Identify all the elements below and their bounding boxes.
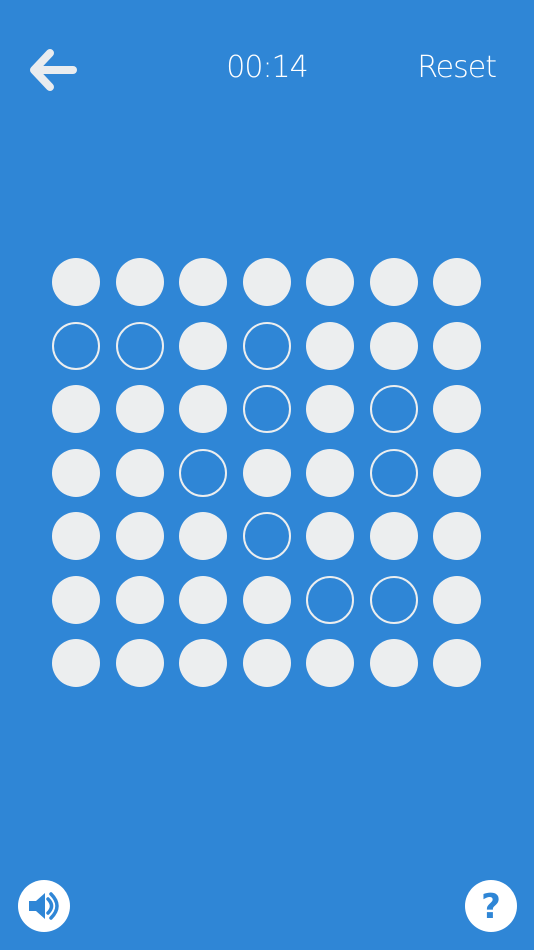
peg[interactable] — [115, 512, 164, 560]
arrow-left-icon — [30, 49, 77, 91]
peg[interactable] — [52, 575, 100, 624]
empty-hole[interactable] — [242, 385, 291, 433]
peg[interactable] — [306, 512, 354, 560]
peg[interactable] — [179, 639, 227, 687]
timer-display: 00:14 — [226, 50, 308, 85]
peg[interactable] — [369, 321, 418, 370]
empty-hole[interactable] — [369, 575, 418, 624]
peg[interactable] — [52, 448, 100, 497]
peg[interactable] — [306, 385, 354, 433]
peg-board — [52, 258, 482, 688]
peg[interactable] — [369, 258, 418, 306]
empty-hole[interactable] — [242, 321, 291, 370]
question-mark-icon: ? — [481, 886, 501, 927]
peg[interactable] — [433, 575, 481, 624]
peg[interactable] — [369, 512, 418, 560]
peg[interactable] — [242, 575, 291, 624]
help-button[interactable]: ? — [465, 880, 517, 932]
empty-hole[interactable] — [369, 448, 418, 497]
peg[interactable] — [115, 575, 164, 624]
peg[interactable] — [52, 258, 100, 306]
peg[interactable] — [179, 321, 227, 370]
peg[interactable] — [306, 321, 354, 370]
peg[interactable] — [115, 258, 164, 306]
peg[interactable] — [433, 448, 481, 497]
back-button[interactable] — [24, 42, 80, 98]
empty-hole[interactable] — [242, 512, 291, 560]
peg[interactable] — [52, 512, 100, 560]
peg[interactable] — [115, 385, 164, 433]
reset-button[interactable]: Reset — [417, 46, 497, 90]
peg[interactable] — [52, 385, 100, 433]
peg[interactable] — [433, 321, 481, 370]
peg[interactable] — [242, 448, 291, 497]
peg[interactable] — [433, 258, 481, 306]
peg[interactable] — [433, 639, 481, 687]
sound-button[interactable] — [18, 880, 70, 932]
peg[interactable] — [242, 258, 291, 306]
peg[interactable] — [306, 448, 354, 497]
peg[interactable] — [369, 639, 418, 687]
peg[interactable] — [242, 639, 291, 687]
peg[interactable] — [179, 385, 227, 433]
peg[interactable] — [115, 639, 164, 687]
empty-hole[interactable] — [115, 321, 164, 370]
peg[interactable] — [179, 258, 227, 306]
peg[interactable] — [433, 512, 481, 560]
peg[interactable] — [306, 639, 354, 687]
peg[interactable] — [433, 385, 481, 433]
speaker-icon — [29, 892, 59, 920]
empty-hole[interactable] — [306, 575, 354, 624]
empty-hole[interactable] — [179, 448, 227, 497]
empty-hole[interactable] — [369, 385, 418, 433]
peg[interactable] — [179, 575, 227, 624]
peg[interactable] — [115, 448, 164, 497]
peg[interactable] — [306, 258, 354, 306]
peg[interactable] — [52, 639, 100, 687]
empty-hole[interactable] — [52, 321, 100, 370]
top-bar: 00:14 Reset — [0, 0, 534, 140]
peg[interactable] — [179, 512, 227, 560]
